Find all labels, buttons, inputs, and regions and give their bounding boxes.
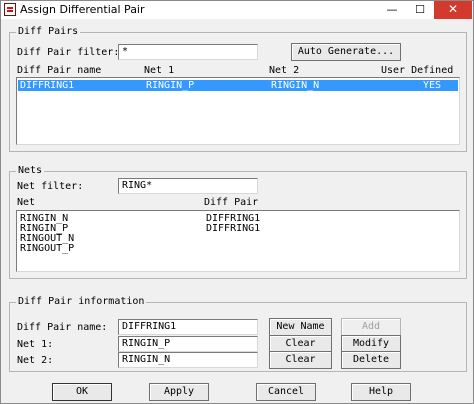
assign-differential-pair-dialog: Assign Differential Pair — ☐ ✕ Diff Pair… — [0, 0, 474, 404]
close-icon[interactable]: ✕ — [434, 1, 472, 19]
diff-pair-filter-label: Diff Pair filter: — [17, 47, 120, 58]
net-cell: RINGOUT_P — [20, 243, 75, 254]
apply-button[interactable]: Apply — [149, 383, 209, 401]
diff-pair-name-cell: DIFFRING1 — [20, 80, 75, 91]
list-item[interactable]: DIFFRING1 RINGIN_P RINGIN_N YES — [18, 80, 458, 91]
delete-button[interactable]: Delete — [341, 351, 401, 369]
ok-button[interactable]: OK — [52, 383, 112, 401]
diff-pair-information-legend: Diff Pair information — [16, 296, 147, 307]
diff-pairs-list[interactable]: DIFFRING1 RINGIN_P RINGIN_N YES — [16, 77, 460, 145]
auto-generate-button[interactable]: Auto Generate... — [291, 43, 401, 61]
diff-pairs-legend: Diff Pairs — [16, 26, 81, 37]
add-button[interactable]: Add — [341, 318, 401, 336]
col-diff-pair: Diff Pair — [204, 197, 259, 208]
app-icon — [4, 3, 16, 16]
net1-label: Net 1: — [17, 339, 54, 350]
net2-field[interactable]: RINGIN_N — [118, 352, 258, 368]
list-item[interactable]: RINGOUT_P — [18, 243, 458, 254]
net1-field[interactable]: RINGIN_P — [118, 336, 258, 352]
window-title: Assign Differential Pair — [20, 3, 145, 16]
diff-pair-name-label: Diff Pair name: — [17, 322, 108, 333]
minimize-icon[interactable]: — — [378, 1, 406, 19]
nets-legend: Nets — [16, 165, 45, 176]
col-net1: Net 1 — [144, 65, 175, 76]
user-defined-cell: YES — [423, 80, 442, 91]
net2-label: Net 2: — [17, 355, 54, 366]
title-bar[interactable]: Assign Differential Pair — ☐ ✕ — [1, 1, 473, 19]
clear-net2-button[interactable]: Clear — [269, 351, 332, 369]
col-net2: Net 2 — [269, 65, 300, 76]
diff-pair-filter-input[interactable]: * — [118, 44, 258, 60]
new-name-button[interactable]: New Name — [269, 318, 332, 336]
net1-cell: RINGIN_P — [146, 80, 195, 91]
diff-pair-name-field[interactable]: DIFFRING1 — [118, 319, 258, 335]
col-diff-pair-name: Diff Pair name — [17, 65, 102, 76]
help-button[interactable]: Help — [351, 383, 411, 401]
net-filter-label: Net filter: — [17, 181, 84, 192]
cancel-button[interactable]: Cancel — [256, 383, 316, 401]
col-net: Net — [17, 197, 36, 208]
nets-list[interactable]: RINGIN_N DIFFRING1 RINGIN_P DIFFRING1 RI… — [16, 210, 460, 272]
maximize-icon[interactable]: ☐ — [406, 1, 434, 19]
col-user-defined: User Defined — [381, 65, 454, 76]
net2-cell: RINGIN_N — [271, 80, 320, 91]
net-filter-input[interactable]: RING* — [118, 178, 258, 194]
